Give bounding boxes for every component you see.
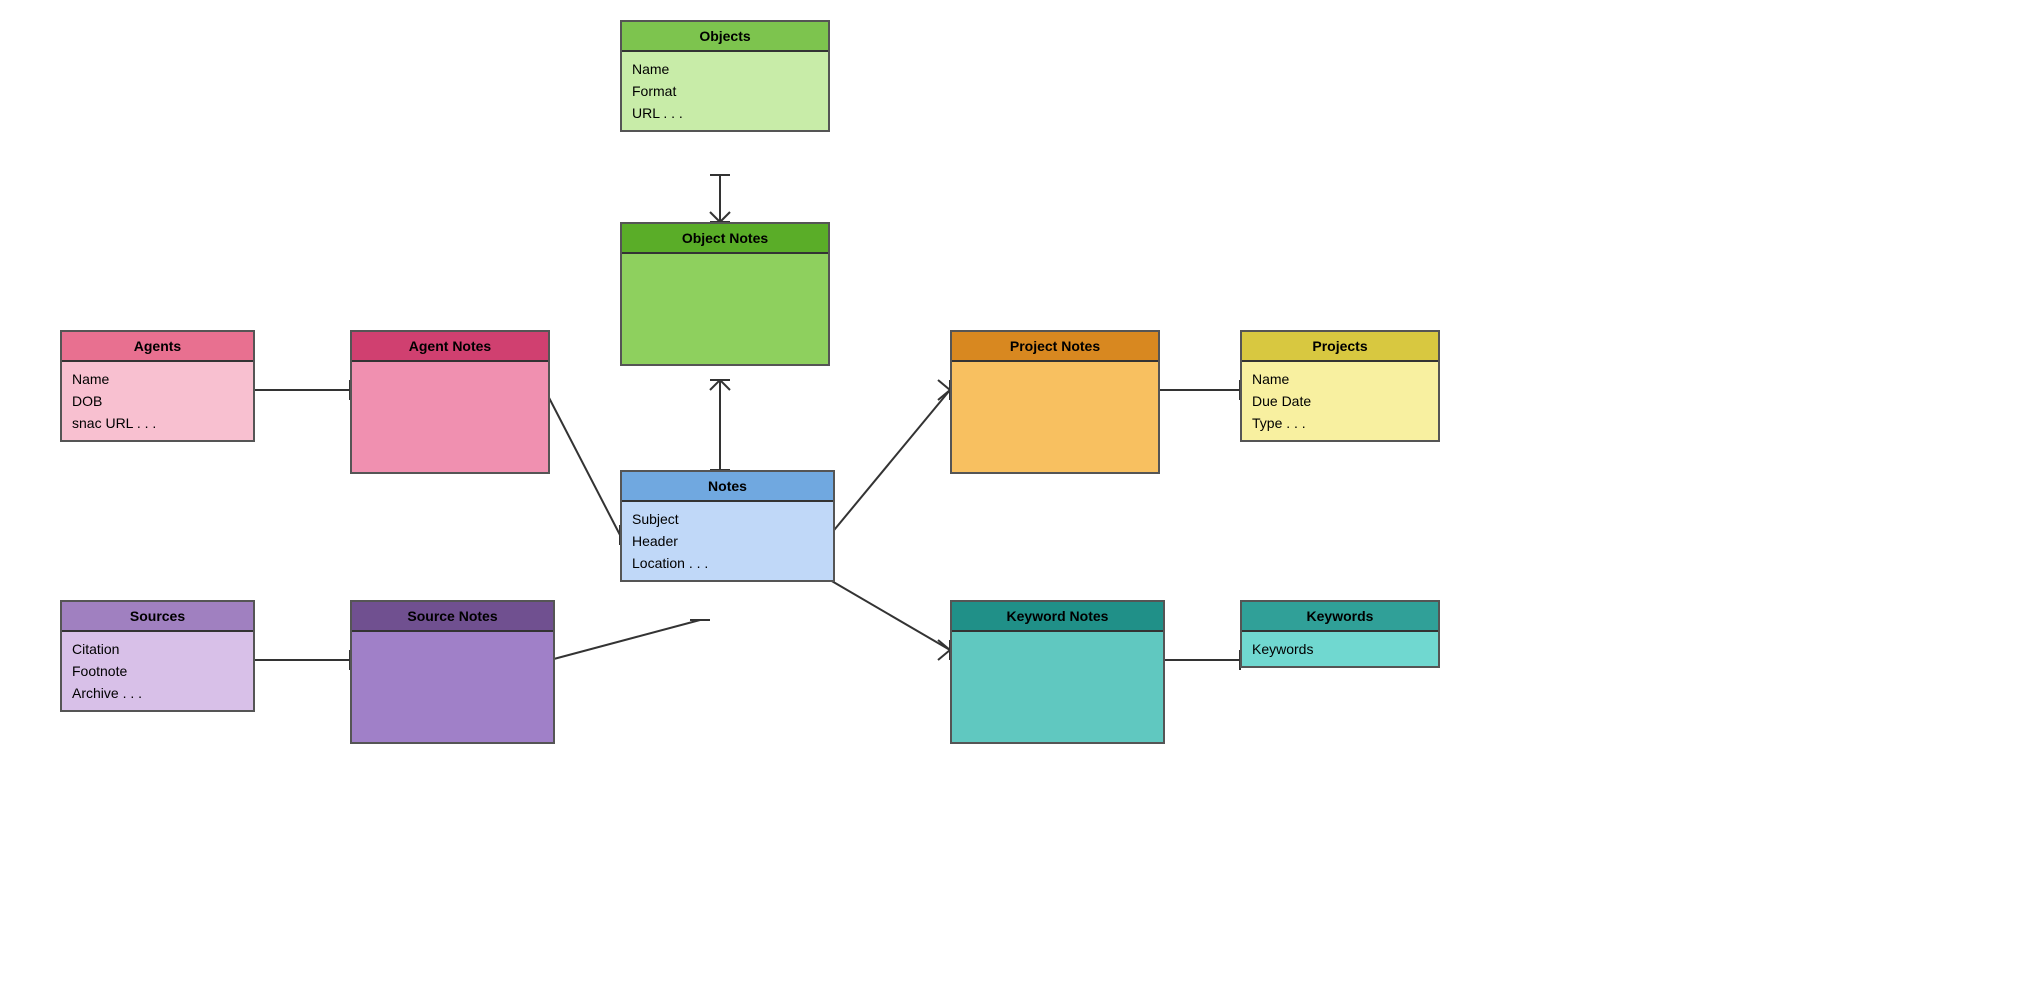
sources-entity: Sources Citation Footnote Archive . . . (60, 600, 255, 712)
keywordnotes-title: Keyword Notes (952, 602, 1163, 632)
sources-field-1: Citation (72, 638, 243, 660)
notes-body: Subject Header Location . . . (622, 502, 833, 580)
keywords-title: Keywords (1242, 602, 1438, 632)
projects-entity: Projects Name Due Date Type . . . (1240, 330, 1440, 442)
projects-title: Projects (1242, 332, 1438, 362)
objectnotes-entity: Object Notes (620, 222, 830, 366)
agents-entity: Agents Name DOB snac URL . . . (60, 330, 255, 442)
sources-field-3: Archive . . . (72, 682, 243, 704)
projects-body: Name Due Date Type . . . (1242, 362, 1438, 440)
sourcenotes-title: Source Notes (352, 602, 553, 632)
agents-title: Agents (62, 332, 253, 362)
keywordnotes-body (952, 632, 1163, 742)
agentnotes-title: Agent Notes (352, 332, 548, 362)
keywordnotes-entity: Keyword Notes (950, 600, 1165, 744)
agents-field-3: snac URL . . . (72, 412, 243, 434)
objects-field-1: Name (632, 58, 818, 80)
projects-field-3: Type . . . (1252, 412, 1428, 434)
diagram-container: Objects Name Format URL . . . Object Not… (0, 0, 2019, 989)
objectnotes-title: Object Notes (622, 224, 828, 254)
objects-field-2: Format (632, 80, 818, 102)
keywords-entity: Keywords Keywords (1240, 600, 1440, 668)
projects-field-1: Name (1252, 368, 1428, 390)
agentnotes-entity: Agent Notes (350, 330, 550, 474)
objectnotes-body (622, 254, 828, 364)
objects-entity: Objects Name Format URL . . . (620, 20, 830, 132)
sources-field-2: Footnote (72, 660, 243, 682)
objects-title: Objects (622, 22, 828, 52)
agents-body: Name DOB snac URL . . . (62, 362, 253, 440)
connectors-svg (0, 0, 2019, 989)
notes-field-1: Subject (632, 508, 823, 530)
notes-entity: Notes Subject Header Location . . . (620, 470, 835, 582)
projects-field-2: Due Date (1252, 390, 1428, 412)
agents-field-1: Name (72, 368, 243, 390)
notes-field-2: Header (632, 530, 823, 552)
notes-title: Notes (622, 472, 833, 502)
sourcenotes-entity: Source Notes (350, 600, 555, 744)
projectnotes-entity: Project Notes (950, 330, 1160, 474)
objects-body: Name Format URL . . . (622, 52, 828, 130)
sources-title: Sources (62, 602, 253, 632)
agentnotes-body (352, 362, 548, 472)
sources-body: Citation Footnote Archive . . . (62, 632, 253, 710)
agents-field-2: DOB (72, 390, 243, 412)
sourcenotes-body (352, 632, 553, 742)
projectnotes-body (952, 362, 1158, 472)
keywords-body: Keywords (1242, 632, 1438, 666)
objects-field-3: URL . . . (632, 102, 818, 124)
notes-field-3: Location . . . (632, 552, 823, 574)
projectnotes-title: Project Notes (952, 332, 1158, 362)
keywords-field-1: Keywords (1252, 638, 1428, 660)
